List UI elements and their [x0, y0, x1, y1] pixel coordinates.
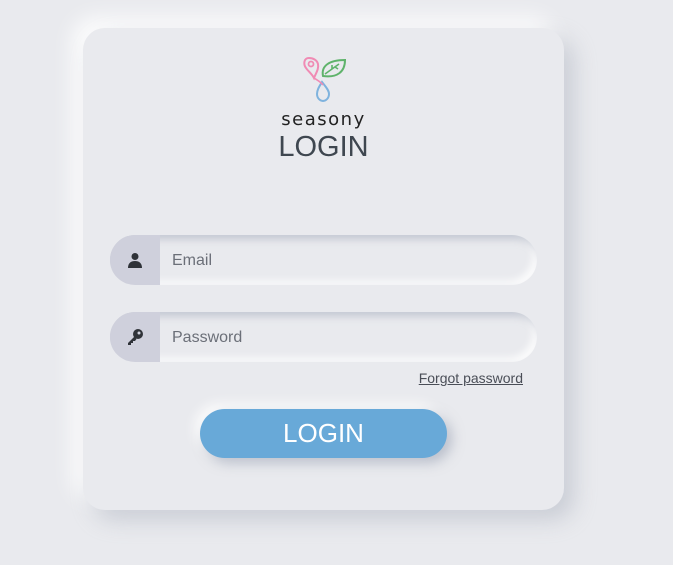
key-icon	[110, 312, 160, 362]
page-title: LOGIN	[278, 131, 369, 163]
seasony-logo-icon	[303, 56, 347, 103]
password-field[interactable]	[110, 312, 537, 364]
user-icon	[110, 235, 160, 285]
email-input[interactable]	[170, 235, 524, 287]
forgot-password-link[interactable]: Forgot password	[419, 370, 523, 386]
login-card: seasony LOGIN Forgot password LOGIN	[83, 28, 564, 510]
password-input[interactable]	[170, 312, 524, 364]
email-field[interactable]	[110, 235, 537, 287]
login-button[interactable]: LOGIN	[200, 409, 447, 458]
brand-name: seasony	[281, 109, 366, 130]
